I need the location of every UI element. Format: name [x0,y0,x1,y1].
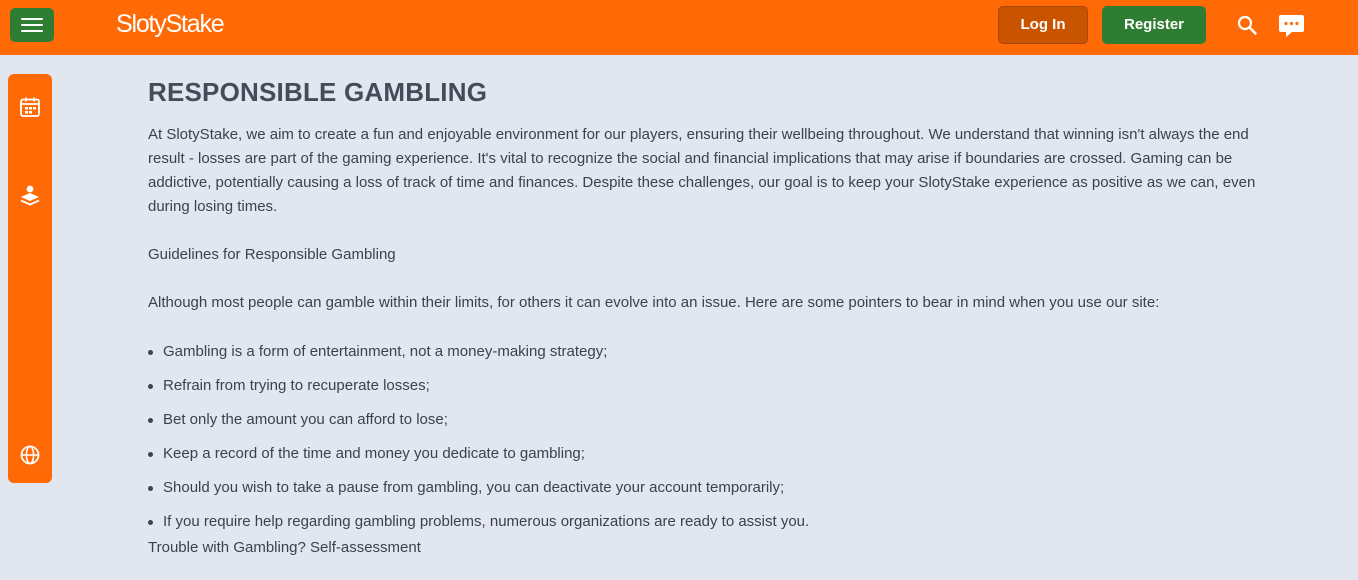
list-item: Refrain from trying to recuperate losses… [148,375,809,409]
guidelines-heading: Guidelines for Responsible Gambling [148,246,396,263]
list-item: Keep a record of the time and money you … [148,443,809,477]
hamburger-menu-icon[interactable] [10,8,54,42]
list-item: Should you wish to take a pause from gam… [148,477,809,511]
top-header: SlotyStake Log In Register [0,0,1358,55]
site-logo[interactable]: SlotyStake [116,8,225,40]
trouble-heading: Trouble with Gambling? Self-assessment [148,539,421,556]
register-button[interactable]: Register [1102,6,1206,44]
pointers-list: Gambling is a form of entertainment, not… [148,341,809,545]
chat-icon[interactable] [1278,13,1305,39]
list-item: Bet only the amount you can afford to lo… [148,409,809,443]
intro-paragraph: At SlotyStake, we aim to create a fun an… [148,126,1256,215]
login-button[interactable]: Log In [998,6,1088,44]
sidebar [8,74,52,483]
list-item: Gambling is a form of entertainment, not… [148,341,809,375]
casino-chips-icon[interactable] [19,184,41,206]
page-title: RESPONSIBLE GAMBLING [148,77,488,107]
guidelines-intro: Although most people can gamble within t… [148,294,1160,311]
search-icon[interactable] [1236,14,1258,36]
calendar-icon[interactable] [19,96,41,118]
globe-icon[interactable] [19,444,41,466]
